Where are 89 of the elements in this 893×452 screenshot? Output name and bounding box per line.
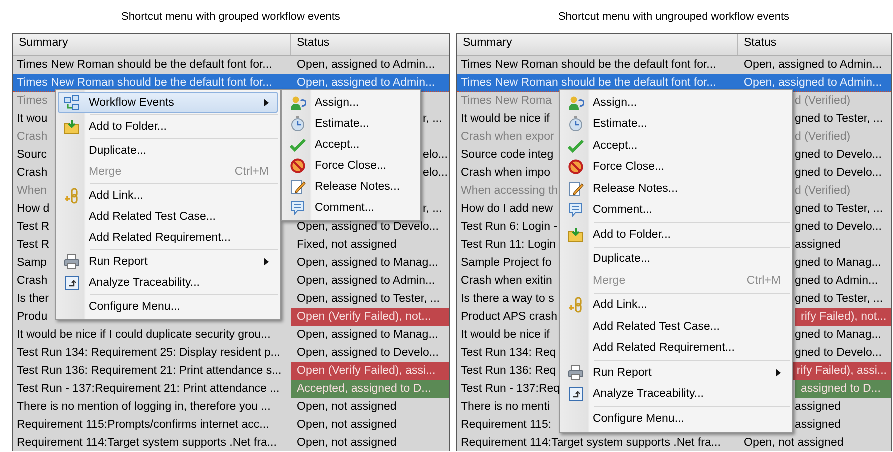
status-text: gned to Tester, ...: [795, 113, 884, 125]
summary-text: Crash: [17, 131, 48, 143]
status-text: Open, assigned to Develo...: [297, 347, 439, 359]
status-text: assigned: [795, 239, 842, 251]
summary-text: Crash when expor: [461, 131, 554, 143]
summary-text: It would be nice if: [461, 113, 550, 125]
status-text: d (Verified): [795, 185, 851, 197]
summary-text: Times New Roman should be the default font for...: [17, 59, 272, 71]
status-text: r, ...: [423, 113, 442, 125]
status-text: gned to Tester, ...: [795, 203, 884, 215]
status-text: Open, assigned to Admin...: [297, 59, 436, 71]
summary-text: Test Run 134: Requirement 25: Display resident p...: [17, 347, 280, 359]
summary-text: Requirement 115:: [461, 419, 552, 431]
summary-text: Times: [17, 95, 48, 107]
summary-text: Times New Roman should be the default font for...: [461, 59, 716, 71]
status-text: Open, not assigned: [297, 401, 397, 413]
shortcut-text: Ctrl+M: [746, 274, 781, 287]
status-cell: rify Failed), assi...: [790, 362, 891, 380]
status-cell: assigned to D...: [795, 380, 891, 398]
status-cell: rify Failed), not...: [795, 308, 891, 326]
status-text: gned to Develo...: [795, 221, 882, 233]
status-text: assigned: [795, 401, 842, 413]
shortcut-text: Ctrl+M: [234, 166, 269, 178]
summary-text: When: [17, 185, 48, 197]
status-text: gned to Develo...: [795, 149, 882, 161]
summary-text: Requirement 114:Target system supports .Net fra...: [17, 437, 277, 449]
summary-text: How do I add new: [461, 203, 554, 215]
summary-text: Test Run - 137:Req: [461, 383, 560, 395]
status-text: gned to Develo...: [795, 167, 882, 179]
summary-text: Source code integ: [461, 149, 554, 161]
status-text: gned to Admin...: [795, 275, 878, 287]
status-text: Open, assigned to Tester, ...: [297, 293, 440, 305]
summary-text: Test R: [17, 239, 50, 251]
summary-text: Times New Roma: [461, 95, 552, 107]
status-text: Open, not assigned: [297, 437, 397, 449]
summary-text: Crash when exitin: [461, 275, 552, 287]
status-text: Open, not assigned: [744, 437, 844, 449]
status-text: Open, assigned to Manag...: [297, 329, 438, 341]
summary-text: Test R: [17, 221, 50, 233]
summary-text: Times New Roman should be the default font for...: [461, 76, 716, 88]
caption: Shortcut menu with grouped workflow events: [122, 10, 340, 22]
status-cell: Accepted, assigned to D...: [291, 380, 449, 398]
summary-text: There is no menti: [461, 401, 550, 413]
status-text: Open, assigned to Admin...: [744, 59, 882, 71]
status-cell: Open (Verify Failed), not...: [291, 308, 449, 326]
summary-text: Is ther: [17, 293, 49, 305]
status-text: Open, assigned to Admin...: [297, 76, 436, 88]
summary-text: It would be nice if I could duplicate security grou...: [17, 329, 271, 341]
status-text: Open, not assigned: [297, 419, 397, 431]
summary-text: Crash: [17, 275, 48, 287]
status-text: Open, assigned to Admin...: [744, 76, 882, 88]
summary-text: Sourc: [17, 149, 48, 161]
caption: Shortcut menu with ungrouped workflow events: [558, 10, 790, 22]
summary-text: Test Run 136: Req: [461, 365, 556, 377]
summary-text: There is no mention of logging in, therefore you ...: [17, 401, 271, 413]
status-text: d (Verified): [795, 131, 851, 143]
summary-text: Requirement 115:Prompts/confirms internet acc...: [17, 419, 270, 431]
summary-text: Test Run 11: Login: [461, 239, 556, 251]
status-text: assigned: [795, 419, 842, 431]
summary-text: It wou: [17, 113, 48, 125]
summary-text: It would be nice if: [461, 329, 550, 341]
status-text: Open, assigned to Admin...: [297, 275, 436, 287]
summary-text: Crash: [17, 167, 48, 179]
status-text: Open, assigned to Manag...: [297, 257, 438, 269]
summary-text: Sample Project fo: [461, 257, 552, 269]
status-text: elo...: [423, 149, 448, 161]
status-text: gned to Manag...: [795, 257, 882, 269]
summary-text: Test Run 134: Req: [461, 347, 556, 359]
summary-text: Test Run 6: Login -: [461, 221, 558, 233]
status-text: gned to Develo...: [795, 347, 882, 359]
status-text: gned to Tester, ...: [795, 293, 884, 305]
status-text: r, ...: [423, 203, 442, 215]
summary-text: Times New Roman should be the default font for...: [17, 76, 272, 88]
summary-text: Test Run - 137:Requirement 21: Print attendance ...: [17, 383, 280, 395]
status-text: Fixed, not assigned: [297, 239, 397, 251]
summary-text: Is there a way to s: [461, 293, 554, 305]
summary-text: Product APS crash: [461, 311, 558, 323]
status-text: Open, assigned to Develo...: [297, 221, 439, 233]
summary-text: Crash when impo: [461, 167, 550, 179]
status-text: d (Verified): [795, 95, 851, 107]
status-text: gned to Manag...: [795, 329, 882, 341]
status-text: elo...: [423, 167, 448, 179]
summary-text: Requirement 114:Target system supports .Net fra...: [461, 437, 721, 449]
summary-text: How d: [17, 203, 50, 215]
summary-text: Test Run 136: Requirement 21: Print attendance s...: [17, 365, 282, 377]
status-cell: Open (Verify Failed), assi...: [291, 362, 449, 380]
summary-text: When accessing th: [461, 185, 558, 197]
summary-text: Produ: [17, 311, 48, 323]
summary-text: Samp: [17, 257, 48, 269]
